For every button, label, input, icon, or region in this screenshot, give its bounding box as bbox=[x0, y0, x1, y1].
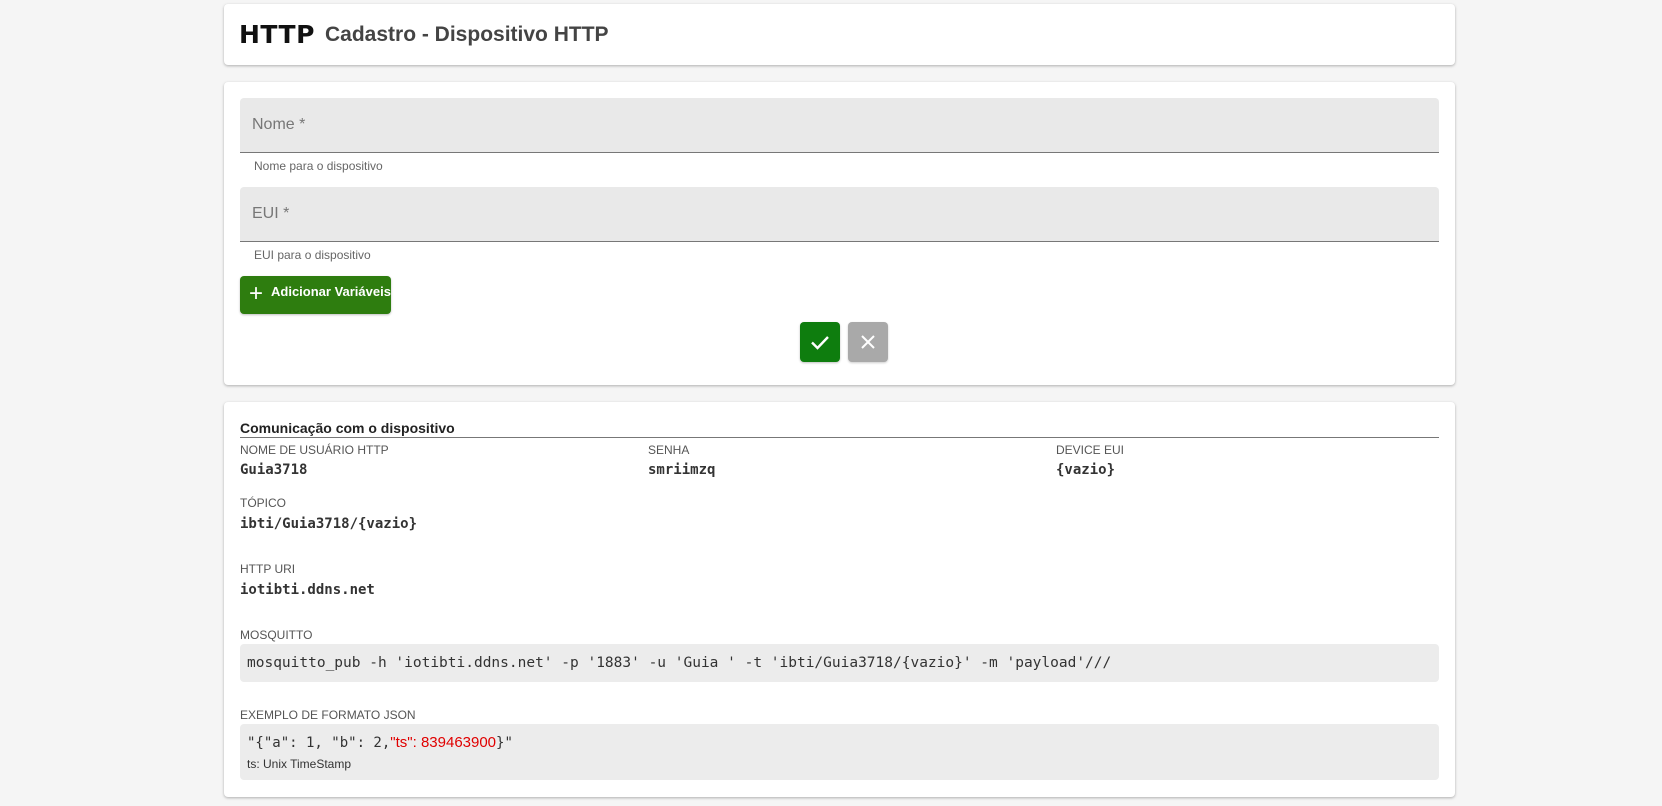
username-label: NOME DE USUÁRIO HTTP bbox=[240, 443, 389, 457]
json-prefix: "{"a": 1, "b": 2, bbox=[247, 735, 391, 751]
uri-value: iotibti.ddns.net bbox=[240, 582, 375, 598]
json-note: ts: Unix TimeStamp bbox=[247, 757, 352, 771]
json-ts: "ts": 839463900 bbox=[390, 734, 497, 751]
add-variables-button[interactable]: + Adicionar Variáveis bbox=[240, 276, 391, 314]
name-hint: Nome para o dispositivo bbox=[254, 159, 383, 173]
mosquitto-command-box: mosquitto_pub -h 'iotibti.ddns.net' -p '… bbox=[240, 644, 1439, 682]
json-label: EXEMPLO DE FORMATO JSON bbox=[240, 708, 416, 722]
name-input[interactable] bbox=[240, 98, 1439, 152]
password-value: smriimzq bbox=[648, 462, 716, 478]
eui-input[interactable] bbox=[240, 187, 1439, 241]
header-card: HTTP Cadastro - Dispositivo HTTP bbox=[224, 4, 1455, 65]
name-field[interactable] bbox=[240, 98, 1439, 153]
confirm-button[interactable] bbox=[800, 322, 840, 362]
form-card: Nome para o dispositivo EUI para o dispo… bbox=[224, 82, 1455, 385]
username-value: Guia3718 bbox=[240, 462, 308, 478]
section-title: Comunicação com o dispositivo bbox=[240, 420, 1439, 438]
close-icon bbox=[861, 335, 875, 349]
page-title: Cadastro - Dispositivo HTTP bbox=[325, 23, 609, 46]
topic-value: ibti/Guia3718/{vazio} bbox=[240, 516, 418, 532]
json-example-box: "{"a": 1, "b": 2,"ts": 839463900}" ts: U… bbox=[240, 724, 1439, 780]
eui-field[interactable] bbox=[240, 187, 1439, 242]
topic-label: TÓPICO bbox=[240, 496, 287, 510]
add-variables-label: Adicionar Variáveis bbox=[271, 284, 391, 299]
eui-hint: EUI para o dispositivo bbox=[254, 248, 371, 262]
json-suffix: }" bbox=[496, 735, 513, 751]
mosquitto-label: MOSQUITTO bbox=[240, 628, 313, 642]
mosquitto-command: mosquitto_pub -h 'iotibti.ddns.net' -p '… bbox=[247, 655, 1112, 671]
cancel-button[interactable] bbox=[848, 322, 888, 362]
device-communication-card: Comunicação com o dispositivo NOME DE US… bbox=[224, 402, 1455, 797]
check-icon bbox=[811, 336, 829, 350]
plus-icon: + bbox=[249, 280, 264, 307]
http-logo: HTTP bbox=[239, 20, 315, 49]
device-eui-value: {vazio} bbox=[1056, 462, 1116, 478]
json-example: "{"a": 1, "b": 2,"ts": 839463900}" bbox=[247, 734, 513, 752]
device-eui-label: DEVICE EUI bbox=[1056, 443, 1125, 457]
password-label: SENHA bbox=[648, 443, 690, 457]
uri-label: HTTP URI bbox=[240, 562, 296, 576]
